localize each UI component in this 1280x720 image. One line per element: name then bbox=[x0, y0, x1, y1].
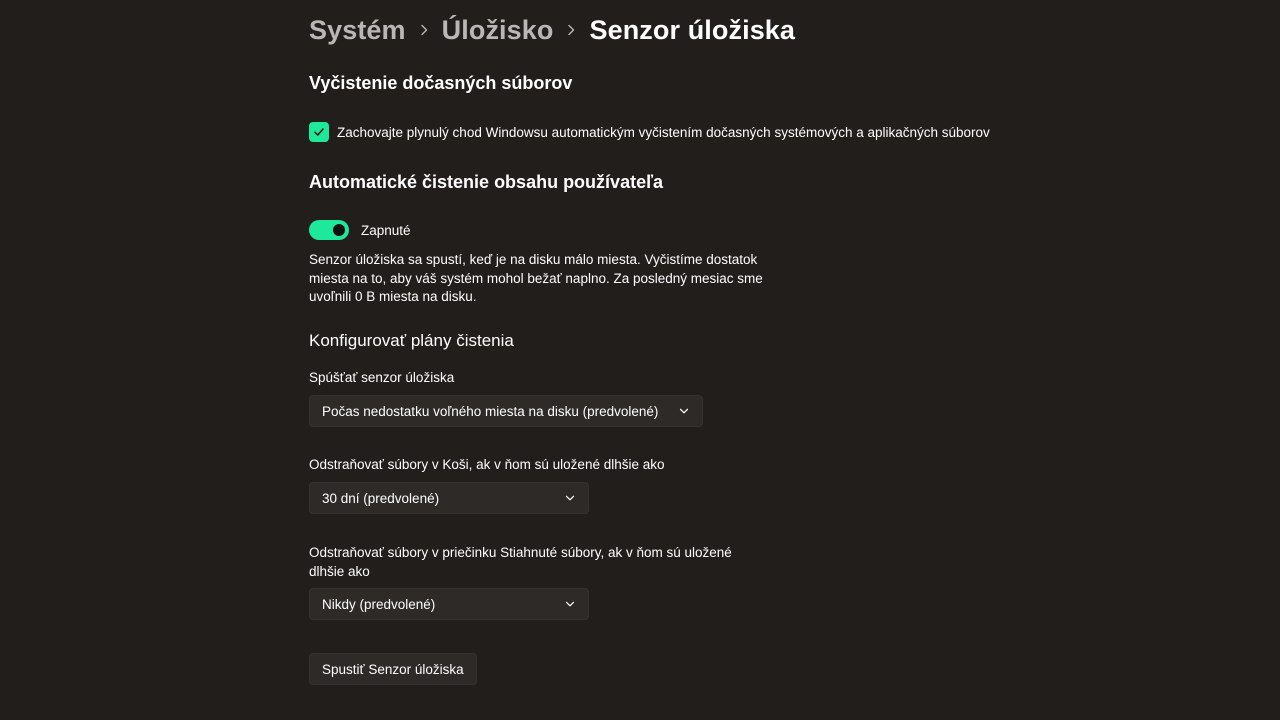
downloads-value: Nikdy (predvolené) bbox=[322, 596, 436, 612]
breadcrumb: Systém Úložisko Senzor úložiska bbox=[309, 12, 795, 48]
run-sense-value: Počas nedostatku voľného miesta na disku… bbox=[322, 403, 659, 419]
auto-cleanup-toggle-row[interactable]: Zapnuté bbox=[309, 220, 411, 240]
run-storage-sense-button[interactable]: Spustiť Senzor úložiska bbox=[309, 653, 477, 685]
recycle-bin-dropdown[interactable]: 30 dní (predvolené) bbox=[309, 482, 589, 514]
chevron-down-icon bbox=[678, 405, 690, 417]
breadcrumb-system[interactable]: Systém bbox=[309, 15, 406, 46]
temp-files-checkbox[interactable] bbox=[309, 122, 329, 142]
auto-cleanup-description: Senzor úložiska sa spustí, keď je na dis… bbox=[309, 252, 763, 304]
toggle-state-label: Zapnuté bbox=[361, 222, 411, 238]
chevron-down-icon bbox=[564, 492, 576, 504]
downloads-dropdown[interactable]: Nikdy (predvolené) bbox=[309, 588, 589, 620]
downloads-label: Odstraňovať súbory v priečinku Stiahnuté… bbox=[309, 545, 732, 579]
temp-files-checkbox-label: Zachovajte plynulý chod Windowsu automat… bbox=[337, 124, 990, 140]
temp-files-checkbox-row[interactable]: Zachovajte plynulý chod Windowsu automat… bbox=[309, 122, 990, 142]
recycle-bin-value: 30 dní (predvolené) bbox=[322, 490, 440, 506]
chevron-right-icon bbox=[553, 12, 589, 48]
checkmark-icon bbox=[314, 128, 324, 136]
run-sense-dropdown[interactable]: Počas nedostatku voľného miesta na disku… bbox=[309, 395, 703, 427]
recycle-bin-label: Odstraňovať súbory v Koši, ak v ňom sú u… bbox=[309, 457, 665, 472]
schedules-heading: Konfigurovať plány čistenia bbox=[309, 331, 514, 350]
auto-cleanup-heading: Automatické čistenie obsahu používateľa bbox=[309, 172, 664, 192]
temp-files-heading: Vyčistenie dočasných súborov bbox=[309, 73, 573, 93]
storage-sense-page: Systém Úložisko Senzor úložiska Vyčisten… bbox=[0, 0, 1280, 720]
toggle-knob bbox=[333, 224, 345, 236]
chevron-down-icon bbox=[564, 598, 576, 610]
auto-cleanup-toggle[interactable] bbox=[309, 220, 349, 240]
chevron-right-icon bbox=[406, 12, 442, 48]
page-title: Senzor úložiska bbox=[589, 14, 796, 45]
run-sense-label: Spúšťať senzor úložiska bbox=[309, 370, 455, 385]
breadcrumb-storage[interactable]: Úložisko bbox=[442, 15, 554, 46]
